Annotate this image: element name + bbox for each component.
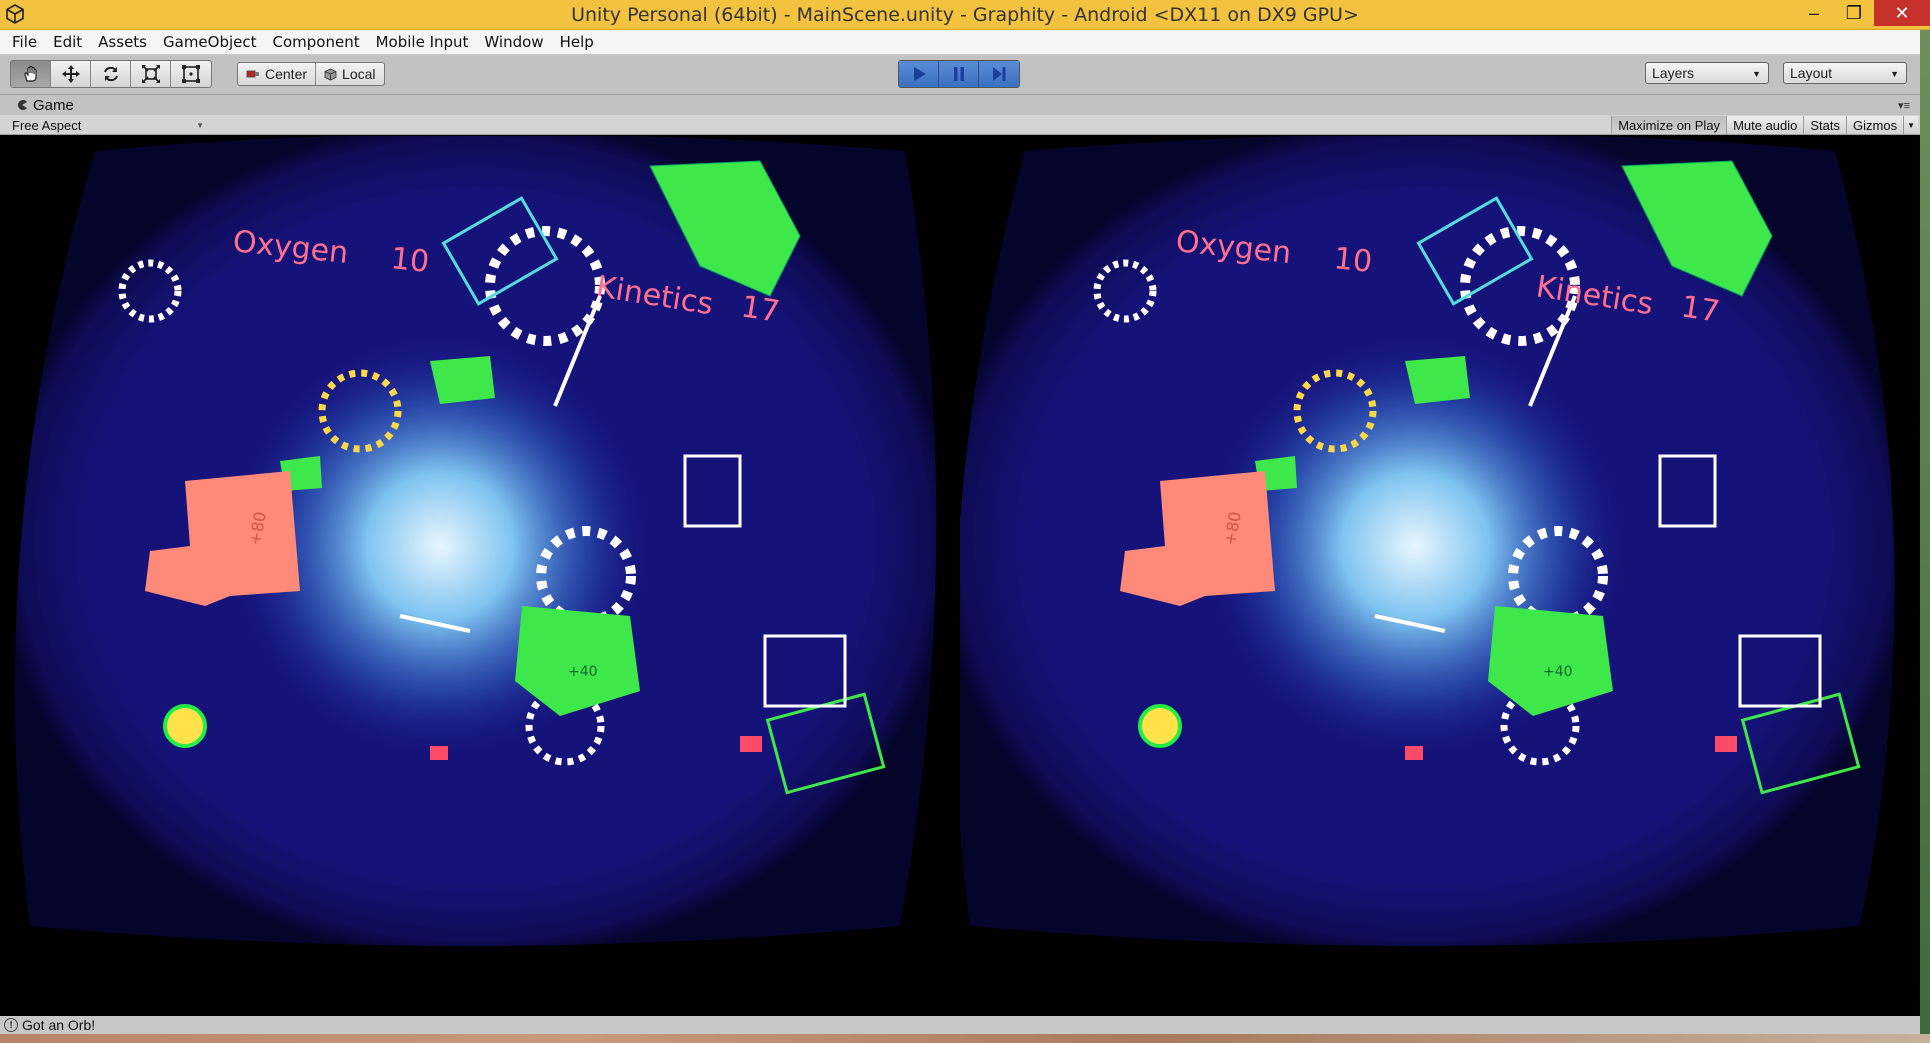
menu-bar: File Edit Assets GameObject Component Mo… [0, 30, 1930, 54]
stats-toggle[interactable]: Stats [1803, 116, 1847, 134]
kinetics-value: 17 [739, 289, 782, 330]
block-particle [430, 746, 448, 760]
console-status-bar[interactable]: ! Got an Orb! [0, 1016, 1920, 1034]
restore-button[interactable]: ❐ [1834, 0, 1874, 26]
chevron-down-icon: ▼ [1752, 69, 1761, 79]
block-particle [740, 736, 762, 752]
scale-tool-button[interactable] [131, 61, 171, 87]
hand-icon [23, 65, 37, 82]
stereo-scene-right: Oxygen 10 Kinetics 17 +80 +40 [960, 136, 1895, 946]
green-block [1405, 356, 1470, 404]
game-view[interactable]: Oxygen 10 Kinetics 17 +80 +40 Oxygen 10 … [0, 136, 1920, 1016]
window-controls: – ❐ ✕ [1794, 0, 1930, 30]
rotate-icon [103, 66, 118, 82]
local-cube-icon [324, 68, 337, 80]
pause-icon [953, 67, 964, 81]
chevron-down-icon: ▼ [1890, 69, 1899, 79]
minimize-button[interactable]: – [1794, 0, 1834, 26]
layout-label: Layout [1790, 65, 1833, 81]
rect-transform-icon [182, 65, 200, 83]
pivot-local-toggle[interactable]: Local [316, 63, 383, 85]
layers-dropdown[interactable]: Layers ▼ [1645, 62, 1769, 84]
right-eye-view: Oxygen 10 Kinetics 17 +80 +40 [960, 136, 1920, 1016]
tab-game[interactable]: Game [6, 95, 84, 115]
main-toolbar: Center Local Layers ▼ Layout ▼ [0, 54, 1930, 95]
step-button[interactable] [979, 61, 1019, 87]
aspect-label: Free Aspect [12, 117, 82, 133]
maximize-on-play-toggle[interactable]: Maximize on Play [1611, 116, 1727, 134]
oxygen-value: 10 [1332, 241, 1374, 280]
menu-component[interactable]: Component [265, 33, 368, 51]
green-label: +40 [568, 664, 598, 680]
aspect-dropdown[interactable]: Free Aspect ▼ [8, 117, 206, 133]
menu-edit[interactable]: Edit [45, 33, 90, 51]
mute-audio-toggle[interactable]: Mute audio [1726, 116, 1804, 134]
unity-logo-icon [6, 4, 24, 24]
step-forward-icon [993, 67, 1006, 81]
panel-menu-icon[interactable]: ▾≡ [1898, 99, 1910, 112]
menu-file[interactable]: File [4, 33, 45, 51]
pivot-center-toggle[interactable]: Center [238, 63, 317, 85]
window-title: Unity Personal (64bit) - MainScene.unity… [571, 3, 1359, 26]
menu-help[interactable]: Help [552, 33, 602, 51]
stereo-scene-left: Oxygen 10 Kinetics 17 +80 +40 [14, 136, 937, 946]
close-button[interactable]: ✕ [1874, 0, 1930, 26]
play-icon [913, 67, 926, 81]
oxygen-value: 10 [389, 241, 431, 280]
gizmos-dropdown[interactable]: Gizmos [1846, 116, 1904, 134]
panel-tab-bar: Game ▾≡ [0, 95, 1930, 115]
chevron-down-icon: ▼ [196, 120, 204, 130]
layout-dropdown[interactable]: Layout ▼ [1783, 62, 1907, 84]
game-view-options: Maximize on Play Mute audio Stats Gizmos… [1611, 116, 1918, 134]
chevron-down-icon[interactable]: ▼ [1903, 116, 1918, 134]
game-view-toolbar: Free Aspect ▼ Maximize on Play Mute audi… [0, 115, 1930, 135]
green-label: +40 [1543, 664, 1573, 680]
menu-window[interactable]: Window [476, 33, 551, 51]
pivot-center-label: Center [265, 66, 308, 82]
pivot-center-icon [246, 70, 259, 78]
menu-assets[interactable]: Assets [90, 33, 155, 51]
status-message: Got an Orb! [22, 1017, 96, 1033]
scale-icon [141, 65, 160, 83]
title-bar: Unity Personal (64bit) - MainScene.unity… [0, 0, 1930, 30]
rect-tool-button[interactable] [171, 61, 211, 87]
kinetics-value: 17 [1679, 289, 1722, 330]
info-icon: ! [4, 1018, 18, 1032]
menu-mobile-input[interactable]: Mobile Input [368, 33, 477, 51]
move-arrows-icon [61, 65, 80, 83]
pacman-icon [18, 100, 27, 110]
rotate-tool-button[interactable] [91, 61, 131, 87]
move-tool-button[interactable] [51, 61, 91, 87]
block-particle [1715, 736, 1737, 752]
layers-label: Layers [1652, 65, 1695, 81]
tab-game-label: Game [33, 96, 74, 114]
pause-button[interactable] [939, 61, 979, 87]
pivot-toggles: Center Local [237, 62, 385, 86]
desktop-background-strip [1920, 30, 1930, 1043]
transform-tools [10, 60, 212, 88]
windows-taskbar [0, 1034, 1930, 1043]
orb-object [1138, 704, 1182, 748]
block-particle [1405, 746, 1423, 760]
hand-tool-button[interactable] [11, 61, 51, 87]
pivot-local-label: Local [342, 66, 376, 82]
orb-object [163, 704, 207, 748]
play-button[interactable] [899, 61, 939, 87]
menu-gameobject[interactable]: GameObject [155, 33, 265, 51]
left-eye-view: Oxygen 10 Kinetics 17 +80 +40 [0, 136, 960, 1016]
playback-controls [898, 60, 1020, 88]
green-block [430, 356, 495, 404]
